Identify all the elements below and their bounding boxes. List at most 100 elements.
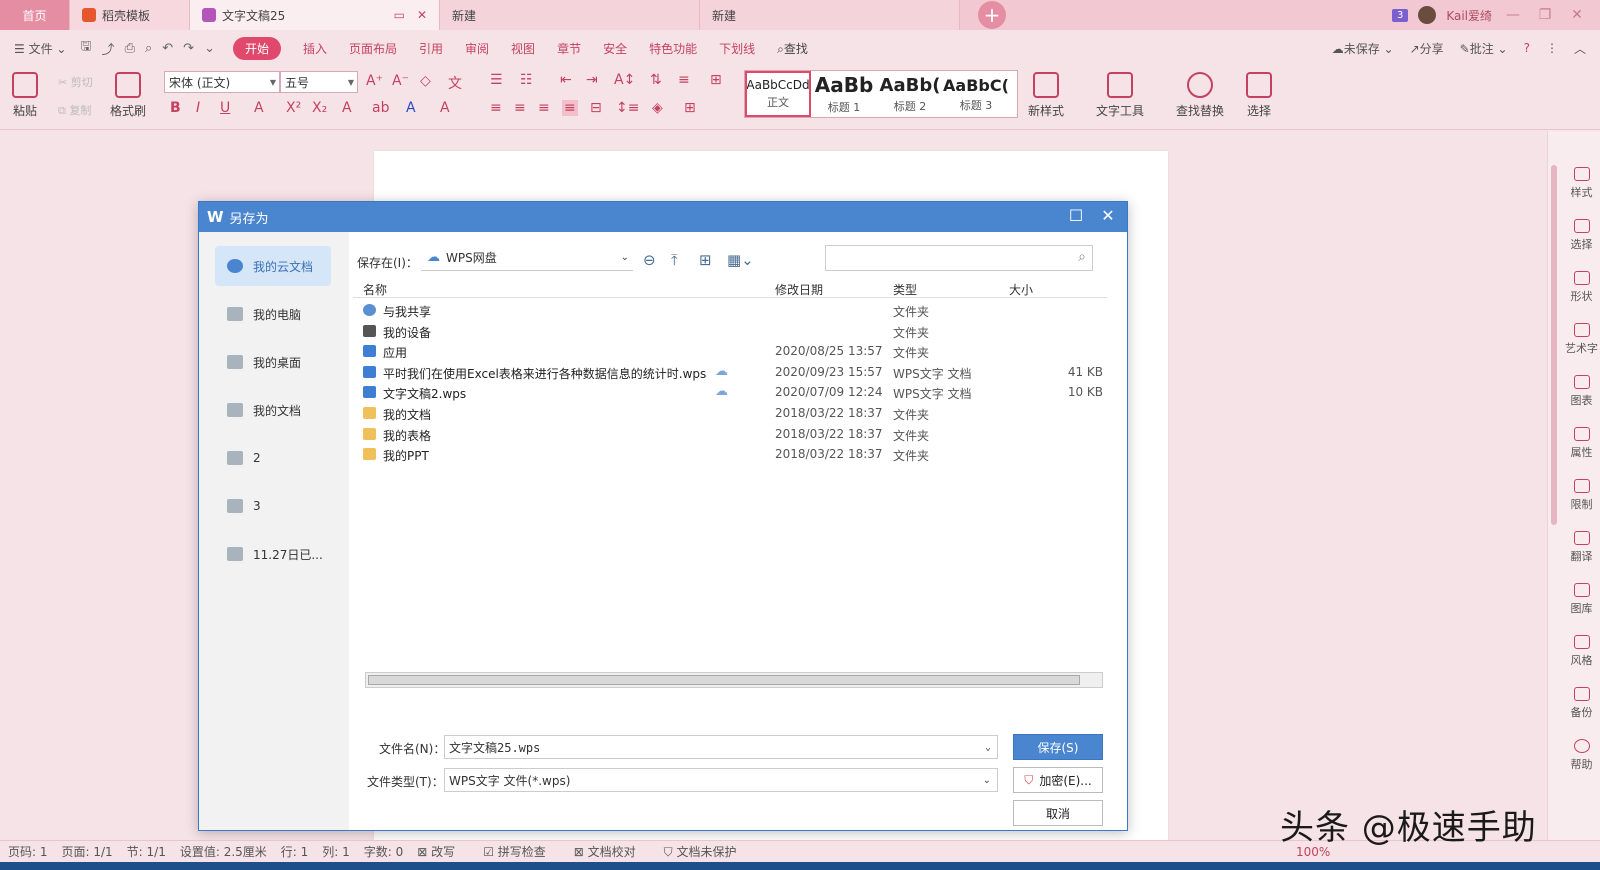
sidebar-item-cloud-docs[interactable]: 我的云文档 bbox=[215, 246, 331, 286]
menu-page-layout[interactable]: 页面布局 bbox=[349, 40, 397, 57]
menu-security[interactable]: 安全 bbox=[603, 40, 627, 57]
minimize-icon[interactable]: — bbox=[1502, 7, 1524, 23]
sidebar-item-folder-1127[interactable]: 11.27日已... bbox=[215, 534, 331, 574]
align-right-icon[interactable]: ≡ bbox=[538, 100, 550, 116]
column-name[interactable]: 名称 bbox=[363, 281, 387, 298]
filetype-select[interactable]: WPS文字 文件(*.wps) ⌄ bbox=[444, 768, 998, 792]
dialog-titlebar[interactable]: W 另存为 ☐ ✕ bbox=[199, 202, 1127, 232]
grow-font-icon[interactable]: A⁺ bbox=[366, 73, 383, 89]
tab-document[interactable]: 文字文稿25 ▭ ✕ bbox=[190, 0, 440, 30]
menu-review[interactable]: 审阅 bbox=[465, 40, 489, 57]
copy-button[interactable]: ⧉ 复制 bbox=[58, 102, 91, 118]
style-normal[interactable]: AaBbCcDd 正文 bbox=[745, 71, 811, 117]
panel-properties[interactable]: 属性 bbox=[1562, 427, 1600, 460]
highlight-icon[interactable]: ab bbox=[372, 100, 389, 116]
paragraph-spacing-icon[interactable]: ↕≡ bbox=[616, 100, 639, 116]
menu-features[interactable]: 特色功能 bbox=[649, 40, 697, 57]
status-pages[interactable]: 页面: 1/1 bbox=[62, 843, 113, 860]
distributed-icon[interactable]: ⊟ bbox=[590, 100, 602, 116]
bold-icon[interactable]: B bbox=[170, 100, 181, 116]
text-effect-icon[interactable]: A bbox=[342, 100, 352, 116]
show-marks-icon[interactable]: ⊞ bbox=[710, 72, 722, 88]
tab-new-2[interactable]: 新建 bbox=[700, 0, 960, 30]
decrease-indent-icon[interactable]: ⇤ bbox=[560, 72, 572, 88]
status-proof[interactable]: ⊠ 文档校对 bbox=[574, 843, 650, 860]
save-in-select[interactable]: ☁ WPS网盘 ⌄ bbox=[421, 245, 633, 271]
view-mode-icon[interactable]: ▦⌄ bbox=[727, 251, 754, 269]
tab-template[interactable]: 稻壳模板 bbox=[70, 0, 190, 30]
save-icon[interactable]: 🖫 bbox=[80, 37, 91, 59]
panel-theme[interactable]: 风格 bbox=[1562, 635, 1600, 668]
quick-access-more-icon[interactable]: ⌄ bbox=[204, 41, 215, 56]
status-protect[interactable]: ⛉ 文档未保护 bbox=[664, 843, 751, 860]
horizontal-scrollbar[interactable] bbox=[365, 672, 1103, 688]
paste-button[interactable]: 粘贴 bbox=[12, 72, 38, 119]
menu-underline[interactable]: 下划线 bbox=[719, 40, 755, 57]
sidebar-item-folder-3[interactable]: 3 bbox=[215, 486, 331, 526]
sort-icon[interactable]: ⇅ bbox=[650, 72, 662, 88]
font-family-select[interactable]: 宋体 (正文) ▼ bbox=[164, 71, 280, 93]
print-preview-icon[interactable]: ⌕ bbox=[145, 41, 152, 56]
file-menu[interactable]: ☰ 文件 ⌄ bbox=[14, 40, 66, 57]
undo-icon[interactable]: ↶ bbox=[162, 41, 173, 56]
file-row[interactable]: 我的设备 文件夹 bbox=[353, 321, 1107, 341]
panel-shapes[interactable]: 形状 bbox=[1562, 271, 1600, 304]
menu-references[interactable]: 引用 bbox=[419, 40, 443, 57]
find-replace-button[interactable]: 查找替换 bbox=[1176, 72, 1224, 119]
column-size[interactable]: 大小 bbox=[1009, 281, 1033, 298]
panel-help[interactable]: 帮助 bbox=[1562, 739, 1600, 772]
justify-icon[interactable]: ≡ bbox=[562, 100, 578, 116]
clear-format-icon[interactable]: ◇ bbox=[420, 73, 431, 89]
status-setting[interactable]: 设置值: 2.5厘米 bbox=[180, 843, 267, 860]
text-tools-button[interactable]: 文字工具 bbox=[1096, 72, 1144, 119]
menu-chapter[interactable]: 章节 bbox=[557, 40, 581, 57]
search-input[interactable]: ⌕ bbox=[825, 245, 1093, 271]
user-name[interactable]: Kail爱绮 bbox=[1446, 7, 1492, 24]
new-style-button[interactable]: 新样式 bbox=[1028, 72, 1064, 119]
column-date[interactable]: 修改日期 bbox=[775, 281, 823, 298]
column-type[interactable]: 类型 bbox=[893, 281, 917, 298]
superscript-icon[interactable]: X² bbox=[286, 100, 301, 116]
panel-styles[interactable]: 样式 bbox=[1562, 167, 1600, 200]
scroll-thumb[interactable] bbox=[368, 675, 1080, 685]
file-row[interactable]: 平时我们在使用Excel表格来进行各种数据信息的统计时.wps 2020/09/2… bbox=[353, 362, 1107, 382]
panel-select[interactable]: 选择 bbox=[1562, 219, 1600, 252]
panel-restrict[interactable]: 限制 bbox=[1562, 479, 1600, 512]
scroll-thumb[interactable] bbox=[1551, 165, 1557, 525]
status-spell[interactable]: ☑ 拼写检查 bbox=[483, 843, 560, 860]
tab-home[interactable]: 首页 bbox=[0, 0, 70, 30]
maximize-icon[interactable]: ☐ bbox=[1065, 206, 1087, 225]
status-revise[interactable]: ⊠ 改写 bbox=[417, 843, 469, 860]
text-direction-icon[interactable]: A↕ bbox=[614, 72, 635, 88]
shading-icon[interactable]: ◈ bbox=[652, 100, 663, 116]
file-row[interactable]: 我的PPT 2018/03/22 18:37 文件夹 bbox=[353, 444, 1107, 464]
font-size-select[interactable]: 五号 ▼ bbox=[280, 71, 358, 93]
subscript-icon[interactable]: X₂ bbox=[312, 100, 327, 116]
line-spacing-icon[interactable]: ≡ bbox=[678, 72, 690, 88]
share-button[interactable]: ↗分享 bbox=[1410, 40, 1444, 57]
panel-wordart[interactable]: 艺术字 bbox=[1562, 323, 1600, 356]
dialog-close-icon[interactable]: ✕ bbox=[1097, 206, 1119, 225]
file-row[interactable]: 我的表格 2018/03/22 18:37 文件夹 bbox=[353, 424, 1107, 444]
add-tab-icon[interactable]: + bbox=[978, 1, 1006, 29]
notification-badge[interactable]: 3 bbox=[1391, 8, 1409, 22]
encrypt-button[interactable]: ⛉ 加密(E)... bbox=[1013, 767, 1103, 793]
menu-view[interactable]: 视图 bbox=[511, 40, 535, 57]
window-close-icon[interactable]: ✕ bbox=[1566, 7, 1588, 23]
help-icon[interactable]: ? bbox=[1524, 41, 1530, 55]
phonetic-icon[interactable]: 文 bbox=[448, 73, 462, 93]
file-row[interactable]: 应用 2020/08/25 13:57 文件夹 bbox=[353, 341, 1107, 361]
new-folder-icon[interactable]: ⊞ bbox=[699, 251, 712, 269]
more-icon[interactable]: ⋮ bbox=[1546, 41, 1558, 55]
restore-icon[interactable]: ❐ bbox=[1534, 7, 1556, 23]
export-icon[interactable]: ⤴ bbox=[102, 39, 115, 58]
bullet-list-icon[interactable]: ☰ bbox=[490, 72, 503, 88]
sidebar-item-my-documents[interactable]: 我的文档 bbox=[215, 390, 331, 430]
status-words[interactable]: 字数: 0 bbox=[364, 843, 404, 860]
borders-icon[interactable]: ⊞ bbox=[684, 100, 696, 116]
file-row[interactable]: 我的文档 2018/03/22 18:37 文件夹 bbox=[353, 403, 1107, 423]
close-tab-icon[interactable]: ✕ bbox=[417, 8, 427, 22]
unsaved-button[interactable]: ☁未保存 ⌄ bbox=[1332, 40, 1394, 57]
avatar[interactable] bbox=[1418, 6, 1437, 24]
save-button[interactable]: 保存(S) bbox=[1013, 734, 1103, 760]
